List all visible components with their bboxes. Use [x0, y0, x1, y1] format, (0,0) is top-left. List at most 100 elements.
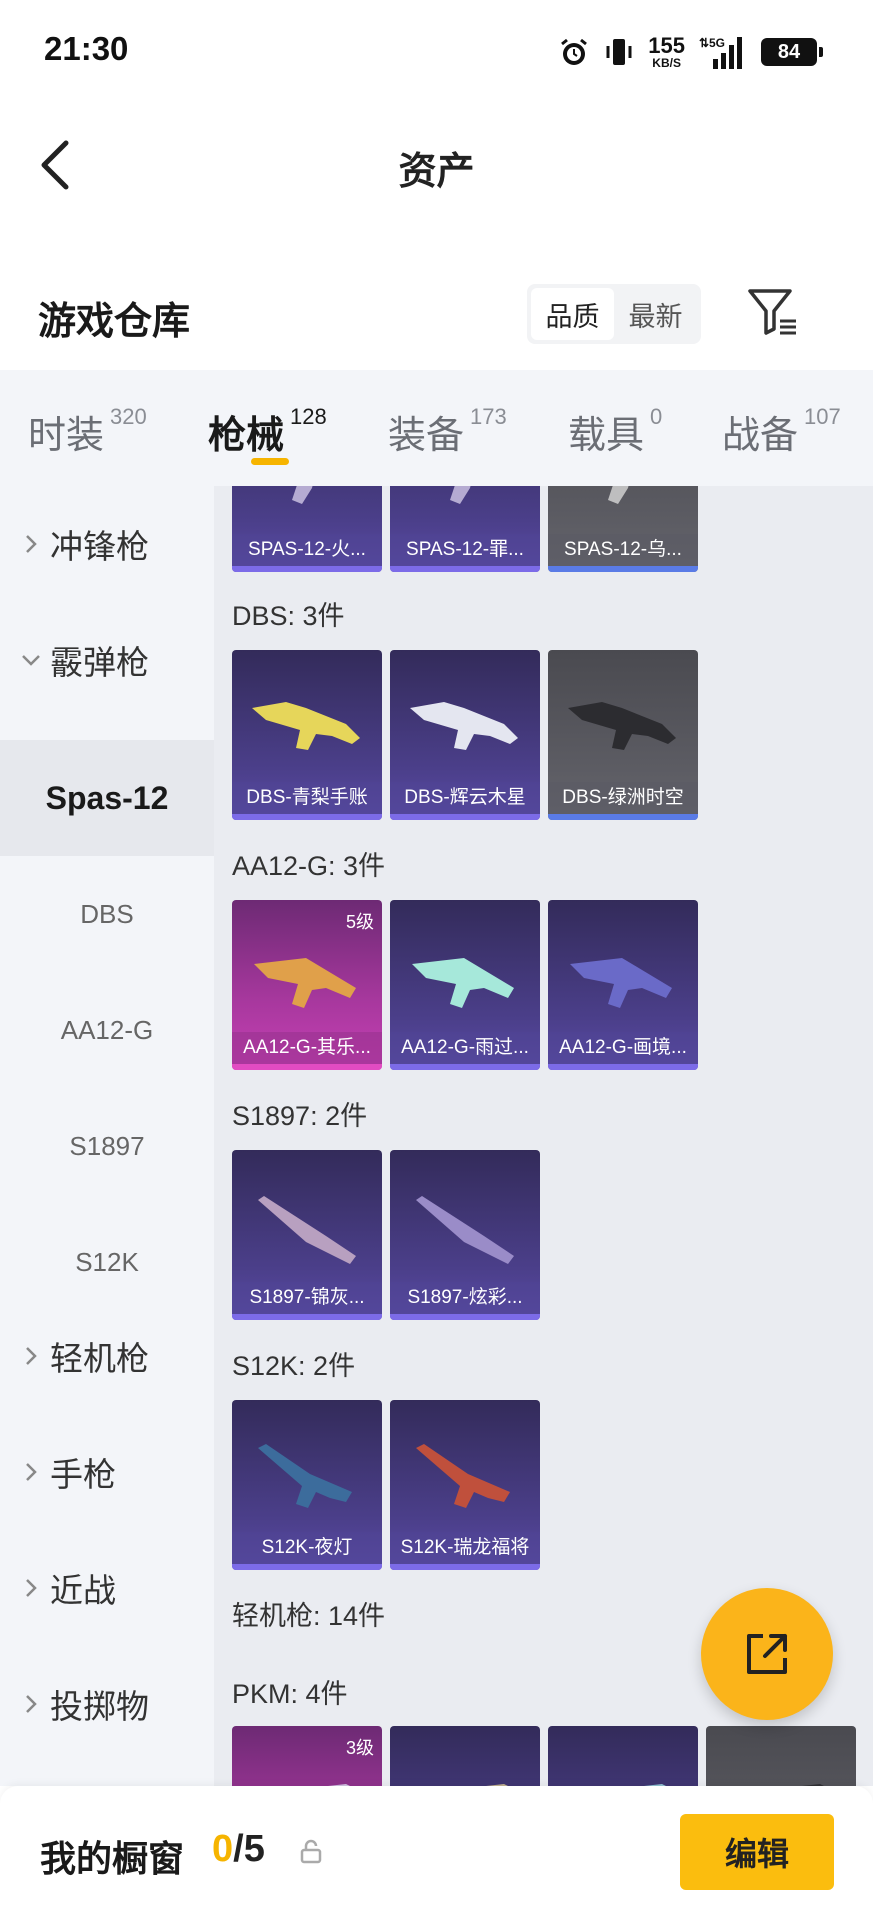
skin-card[interactable]: S1897-锦灰... — [232, 1150, 382, 1320]
skin-card[interactable]: 3级 — [232, 1726, 382, 1786]
rarity-bar — [232, 566, 382, 572]
rarity-bar — [390, 1564, 540, 1570]
skin-name: SPAS-12-火... — [232, 534, 382, 566]
filter-button[interactable] — [744, 285, 800, 341]
skin-card[interactable]: DBS-绿洲时空 — [548, 650, 698, 820]
skin-card[interactable]: DBS-青梨手账 — [232, 650, 382, 820]
shotgun-icon — [252, 702, 360, 750]
sidebar-item-label: S1897 — [69, 1130, 145, 1161]
bottom-bar: 我的橱窗 0/5 编辑 — [0, 1786, 873, 1920]
net-speed: 155 KB/S — [648, 33, 685, 70]
rarity-bar — [390, 1064, 540, 1070]
chevron-down-icon — [20, 653, 42, 667]
skin-card[interactable]: DBS-辉云木星 — [390, 650, 540, 820]
shotgun-icon — [424, 486, 471, 504]
sidebar-item-aa12g[interactable]: AA12-G — [0, 972, 214, 1088]
skin-card[interactable]: 5级 AA12-G-其乐... — [232, 900, 382, 1070]
skin-card[interactable] — [390, 1726, 540, 1786]
sidebar-item-melee[interactable]: 近战 — [0, 1530, 214, 1646]
level-badge: 3级 — [345, 1738, 374, 1758]
rarity-bar — [232, 814, 382, 820]
showcase-count-current: 0 — [212, 1828, 234, 1870]
sidebar-item-label: 手枪 — [50, 1456, 116, 1493]
rarity-bar — [232, 1564, 382, 1570]
skin-name: S12K-瑞龙福将 — [390, 1532, 540, 1564]
share-button[interactable] — [701, 1588, 833, 1720]
tab-fashion[interactable]: 时装 320 — [28, 404, 147, 459]
status-bar: 21:30 155 KB/S ⇅ 5G 84 — [0, 0, 873, 100]
skin-card[interactable]: SPAS-12-罪... — [390, 486, 540, 572]
machine-gun-icon — [486, 1784, 508, 1786]
skin-card[interactable]: AA12-G-雨过... — [390, 900, 540, 1070]
tab-equipment[interactable]: 装备 173 — [388, 404, 507, 459]
skin-name: AA12-G-其乐... — [232, 1032, 382, 1064]
sidebar-item-lmg[interactable]: 轻机枪 — [0, 1298, 214, 1414]
sidebar-item-throwable[interactable]: 投掷物 — [0, 1646, 214, 1762]
chevron-right-icon — [20, 1577, 42, 1599]
skin-name: SPAS-12-罪... — [390, 534, 540, 566]
weapon-group-label: S12K: 2件 — [232, 1351, 356, 1381]
sort-option-quality[interactable]: 品质 — [531, 288, 614, 340]
skin-card[interactable]: S12K-夜灯 — [232, 1400, 382, 1570]
shotgun-icon — [416, 1444, 510, 1508]
sidebar-item-label: DBS — [80, 898, 134, 929]
tab-label: 时装 — [28, 415, 105, 457]
skin-name: AA12-G-画境... — [548, 1032, 698, 1064]
tab-vehicles[interactable]: 载具 0 — [568, 404, 662, 459]
skin-card[interactable] — [706, 1726, 856, 1786]
showcase-label: 我的橱窗 — [40, 1838, 185, 1879]
sort-option-latest[interactable]: 最新 — [614, 288, 697, 340]
sidebar-item-spas12[interactable]: Spas-12 — [0, 740, 214, 856]
skin-name: SPAS-12-乌... — [548, 534, 698, 566]
showcase-count: 0/5 — [212, 1828, 265, 1871]
sidebar-item-label: AA12-G — [60, 1014, 154, 1045]
skin-name: S1897-炫彩... — [390, 1282, 540, 1314]
sidebar-item-dbs[interactable]: DBS — [0, 856, 214, 972]
edit-button[interactable]: 编辑 — [680, 1814, 834, 1890]
rarity-bar — [548, 566, 698, 572]
sidebar-item-s1897[interactable]: S1897 — [0, 1088, 214, 1204]
machine-gun-icon — [802, 1784, 824, 1786]
sidebar-item-label: Spas-12 — [45, 779, 169, 816]
skin-name: S12K-夜灯 — [232, 1532, 382, 1564]
tab-firearms[interactable]: 枪械 128 — [208, 404, 327, 459]
chevron-right-icon — [20, 1693, 42, 1715]
sidebar-item-smg[interactable]: 冲锋枪 — [0, 486, 214, 602]
net-speed-value: 155 — [648, 33, 685, 58]
skin-card[interactable]: SPAS-12-火... — [232, 486, 382, 572]
rarity-bar — [390, 1314, 540, 1320]
chevron-right-icon — [20, 533, 42, 555]
sidebar-item-label: 近战 — [50, 1572, 116, 1609]
level-badge: 5级 — [345, 912, 374, 932]
skin-card[interactable]: AA12-G-画境... — [548, 900, 698, 1070]
skin-card[interactable]: S1897-炫彩... — [390, 1150, 540, 1320]
skin-name: S1897-锦灰... — [232, 1282, 382, 1314]
showcase-count-total: /5 — [233, 1828, 265, 1870]
skin-card[interactable]: S12K-瑞龙福将 — [390, 1400, 540, 1570]
shotgun-icon — [568, 702, 676, 750]
sidebar-item-pistol[interactable]: 手枪 — [0, 1414, 214, 1530]
skin-name: DBS-辉云木星 — [390, 782, 540, 814]
rarity-bar — [548, 1064, 698, 1070]
shotgun-icon — [570, 958, 672, 1008]
weapon-group-label: DBS: 3件 — [232, 601, 345, 631]
tab-count: 173 — [470, 404, 507, 429]
sidebar-item-label: 轻机枪 — [50, 1340, 149, 1377]
sidebar-item-label: 霰弹枪 — [50, 644, 149, 681]
skin-card[interactable] — [548, 1726, 698, 1786]
tab-label: 战备 — [722, 415, 799, 457]
lock-icon — [300, 1839, 322, 1864]
sidebar-item-label: S12K — [75, 1246, 139, 1277]
sidebar-item-label: 冲锋枪 — [50, 528, 149, 565]
weapon-group-label: S1897: 2件 — [232, 1101, 368, 1131]
alarm-icon — [558, 36, 590, 68]
weapon-group-label: PKM: 4件 — [232, 1679, 348, 1709]
shotgun-icon — [258, 1196, 356, 1264]
shotgun-icon — [258, 1444, 352, 1508]
sidebar-item-shotgun[interactable]: 霰弹枪 — [0, 602, 214, 718]
tab-combat-supplies[interactable]: 战备 107 — [722, 404, 841, 459]
net-speed-unit: KB/S — [652, 56, 681, 70]
category-tabs: 时装 320 枪械 128 装备 173 载具 0 战备 107 — [0, 370, 873, 486]
tab-count: 107 — [804, 404, 841, 429]
skin-card[interactable]: SPAS-12-乌... — [548, 486, 698, 572]
